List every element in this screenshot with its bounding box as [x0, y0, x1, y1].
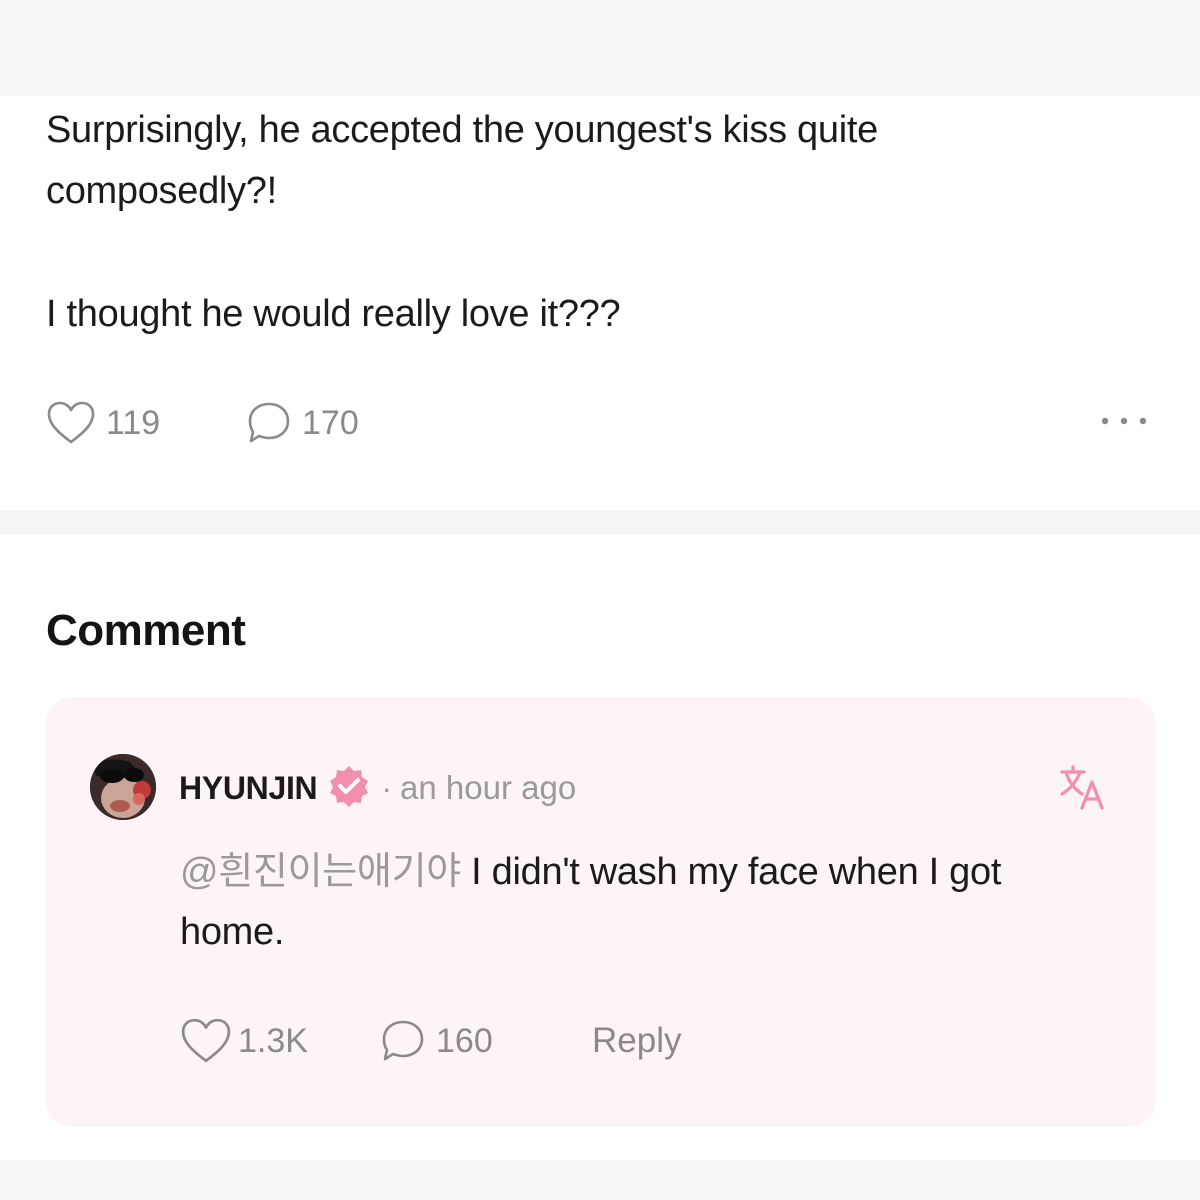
- section-divider: [0, 510, 1200, 534]
- comment-author-name[interactable]: HYUNJIN: [179, 770, 318, 807]
- meta-separator: ·: [381, 769, 393, 806]
- more-icon: [1100, 414, 1148, 432]
- comment-mention[interactable]: @흰진이는애기야: [180, 851, 461, 893]
- post-comment-count: 170: [302, 403, 359, 442]
- post-body: Surprisingly, he accepted the youngest's…: [46, 100, 1096, 345]
- comment-text: @흰진이는애기야 I didn't wash my face when I go…: [180, 842, 1100, 962]
- more-options-button[interactable]: [1100, 396, 1148, 450]
- post-comment-button[interactable]: 170: [246, 396, 359, 450]
- comment-reply-count-button[interactable]: 160: [380, 1014, 493, 1068]
- comment-like-count: 1.3K: [238, 1021, 308, 1060]
- comment-bubble-icon: [380, 1018, 426, 1064]
- comment-actions: 1.3K 160 Reply: [180, 1014, 780, 1068]
- comment-reply-count: 160: [436, 1021, 493, 1060]
- avatar[interactable]: [90, 754, 156, 820]
- translate-button[interactable]: [1058, 764, 1108, 812]
- post-like-count: 119: [106, 403, 161, 442]
- heart-icon: [46, 400, 96, 446]
- next-content-strip: [0, 1160, 1200, 1200]
- comment-section-heading: Comment: [46, 606, 246, 655]
- verified-badge-icon: [327, 764, 371, 813]
- post-line-2: I thought he would really love it???: [46, 293, 621, 335]
- comment-bubble-icon: [246, 400, 292, 446]
- heart-icon: [180, 1017, 232, 1065]
- previous-content-strip: [0, 0, 1200, 96]
- post-line-1: Surprisingly, he accepted the youngest's…: [46, 109, 878, 212]
- comment-like-button[interactable]: 1.3K: [180, 1014, 308, 1068]
- comment-author-row: HYUNJIN · an hour ago: [179, 764, 576, 812]
- reply-button[interactable]: Reply: [592, 1014, 681, 1068]
- translate-icon: [1058, 765, 1108, 816]
- post-actions: 119 170: [46, 396, 1154, 450]
- post-like-button[interactable]: 119: [46, 396, 160, 450]
- comment-timestamp: an hour ago: [400, 769, 577, 806]
